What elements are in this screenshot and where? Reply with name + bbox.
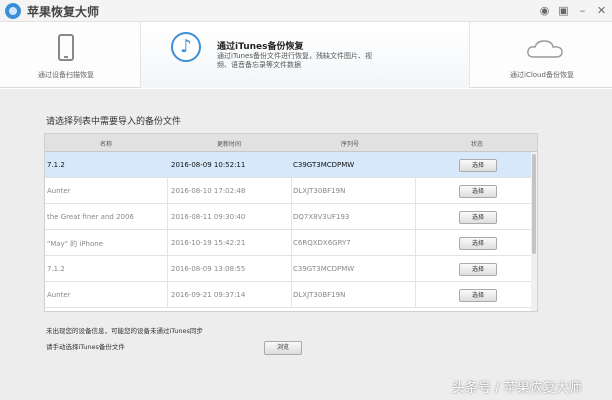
row-time: 2016-08-09 13:08:55 [171,265,246,273]
row-time: 2016-10-19 15:42:21 [171,239,246,247]
music-note-icon: ♪ [171,32,201,62]
column-divider [291,152,292,178]
column-divider [167,230,168,256]
column-divider [167,152,168,178]
column-divider [415,178,416,204]
watermark-text: 头条号 / 苹果恢复大师 [452,381,582,396]
row-serial: C39GT3MCDPMW [293,265,355,273]
column-header-serial: 序列号 [341,141,360,148]
column-divider [291,178,292,204]
main-panel: 请选择列表中需要导入的备份文件 名称 更新时间 序列号 状态 7.1.2 201… [0,89,612,400]
column-header-status: 状态 [471,141,484,148]
mode-itunes-title: 通过iTunes备份恢复 [217,42,304,52]
row-serial: C6RQXDX6GRY7 [293,239,351,247]
select-button[interactable]: 选择 [459,289,497,302]
column-divider [415,230,416,256]
phone-icon [58,34,74,61]
chat-icon[interactable]: ▣ [557,4,570,17]
row-name: 7.1.2 [47,265,65,273]
row-serial: DQ7X8V3UF193 [293,213,350,221]
column-divider [415,204,416,230]
column-divider [415,282,416,308]
table-row[interactable]: 7.1.2 2016-08-09 10:52:11 C39GT3MCDPMW 选… [45,152,531,178]
table-row[interactable]: 7.1.2 2016-08-09 13:08:55 C39GT3MCDPMW 选… [45,256,531,282]
select-button[interactable]: 选择 [459,159,497,172]
row-serial: C39GT3MCDPMW [293,161,355,169]
row-name: "May" 的 iPhone [47,240,103,248]
mode-icloud-label: 通过iCloud备份恢复 [510,71,574,79]
mode-bar: 通过设备扫描恢复 ♪ 通过iTunes备份恢复 通过iTunes备份文件进行恢复… [0,22,612,88]
table-row[interactable]: Aunter 2016-08-10 17:02:48 DLXJT30BF19N … [45,178,531,204]
row-name: the Great finer and 2006 [47,213,134,221]
row-name: 7.1.2 [47,161,65,169]
row-time: 2016-08-10 17:02:48 [171,187,246,195]
column-divider [167,204,168,230]
row-time: 2016-08-09 10:52:11 [171,161,246,169]
title-bar: 苹果恢复大师 ◉ ▣ – ✕ [0,0,612,22]
table-header: 名称 更新时间 序列号 状态 [45,134,537,152]
column-divider [291,230,292,256]
mode-icloud-backup[interactable]: 通过iCloud备份恢复 [470,22,612,88]
column-divider [167,282,168,308]
section-title: 请选择列表中需要导入的备份文件 [46,117,182,127]
app-logo-icon [5,3,21,19]
column-divider [167,178,168,204]
mode-itunes-description: 通过iTunes备份文件进行恢复，残缺文件图片、视频、语音备忘录等文件数据 [217,52,372,69]
column-divider [415,152,416,178]
table-row[interactable]: "May" 的 iPhone 2016-10-19 15:42:21 C6RQX… [45,230,531,256]
minimize-icon[interactable]: – [576,4,589,17]
manual-select-note: 请手动选择iTunes备份文件 [46,343,125,351]
column-divider [167,256,168,282]
scrollbar-thumb[interactable] [532,154,536,254]
row-name: Aunter [47,187,71,195]
select-button[interactable]: 选择 [459,185,497,198]
column-header-name: 名称 [100,141,113,148]
mode-itunes-backup[interactable]: ♪ 通过iTunes备份恢复 通过iTunes备份文件进行恢复，残缺文件图片、视… [140,22,470,88]
column-divider [291,282,292,308]
select-button[interactable]: 选择 [459,237,497,250]
column-divider [291,256,292,282]
row-serial: DLXJT30BF19N [293,187,346,195]
select-button[interactable]: 选择 [459,263,497,276]
cloud-icon [527,40,563,58]
app-title: 苹果恢复大师 [27,5,100,19]
column-header-time: 更新时间 [217,141,242,148]
column-divider [291,204,292,230]
row-serial: DLXJT30BF19N [293,291,346,299]
table-row[interactable]: the Great finer and 2006 2016-08-11 09:3… [45,204,531,230]
browse-button[interactable]: 浏览 [264,341,302,355]
select-button[interactable]: 选择 [459,211,497,224]
mode-device-scan[interactable]: 通过设备扫描恢复 [0,22,140,88]
device-not-found-note: 未出现您的设备信息，可能您的设备未通过iTunes同步 [46,327,203,335]
close-icon[interactable]: ✕ [595,4,608,17]
backup-table: 名称 更新时间 序列号 状态 7.1.2 2016-08-09 10:52:11… [44,133,538,312]
row-name: Aunter [47,291,71,299]
column-divider [415,256,416,282]
weibo-icon[interactable]: ◉ [538,4,551,17]
row-time: 2016-09-21 09:37:14 [171,291,246,299]
table-row[interactable]: Aunter 2016-09-21 09:37:14 DLXJT30BF19N … [45,282,531,308]
row-time: 2016-08-11 09:30:40 [171,213,246,221]
table-body: 7.1.2 2016-08-09 10:52:11 C39GT3MCDPMW 选… [45,152,531,308]
table-scrollbar[interactable] [531,152,537,311]
mode-device-label: 通过设备扫描恢复 [38,71,94,79]
window-controls: ◉ ▣ – ✕ [538,4,608,17]
